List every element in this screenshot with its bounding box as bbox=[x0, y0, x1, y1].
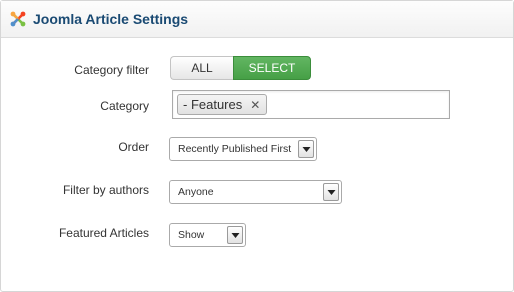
select-button[interactable]: SELECT bbox=[233, 56, 311, 80]
panel-header: Joomla Article Settings bbox=[1, 1, 513, 38]
category-multiselect[interactable]: - Features ✕ bbox=[172, 90, 450, 119]
category-label: Category bbox=[100, 99, 149, 113]
category-filter-label: Category filter bbox=[74, 63, 149, 77]
authors-select[interactable]: Anyone bbox=[169, 180, 342, 204]
featured-select[interactable]: Show bbox=[169, 223, 246, 247]
order-select[interactable]: Recently Published First bbox=[169, 137, 317, 161]
panel-title: Joomla Article Settings bbox=[33, 11, 189, 27]
joomla-logo-icon bbox=[10, 11, 26, 27]
featured-articles-label: Featured Articles bbox=[58, 226, 149, 240]
close-icon[interactable]: ✕ bbox=[250, 98, 260, 112]
order-label: Order bbox=[118, 140, 149, 154]
order-select-value: Recently Published First bbox=[178, 143, 292, 155]
featured-select-value: Show bbox=[178, 229, 205, 241]
filter-by-authors-label: Filter by authors bbox=[62, 183, 149, 197]
chevron-down-icon bbox=[298, 140, 314, 158]
category-chip-label: - Features bbox=[183, 97, 243, 112]
authors-select-value: Anyone bbox=[178, 186, 214, 198]
all-button[interactable]: ALL bbox=[170, 56, 233, 80]
category-filter-toggle: ALL SELECT bbox=[170, 56, 311, 80]
category-chip: - Features ✕ bbox=[177, 94, 268, 115]
settings-panel: Joomla Article Settings Category filter … bbox=[0, 0, 514, 292]
chevron-down-icon bbox=[227, 226, 243, 244]
chevron-down-icon bbox=[323, 183, 339, 201]
